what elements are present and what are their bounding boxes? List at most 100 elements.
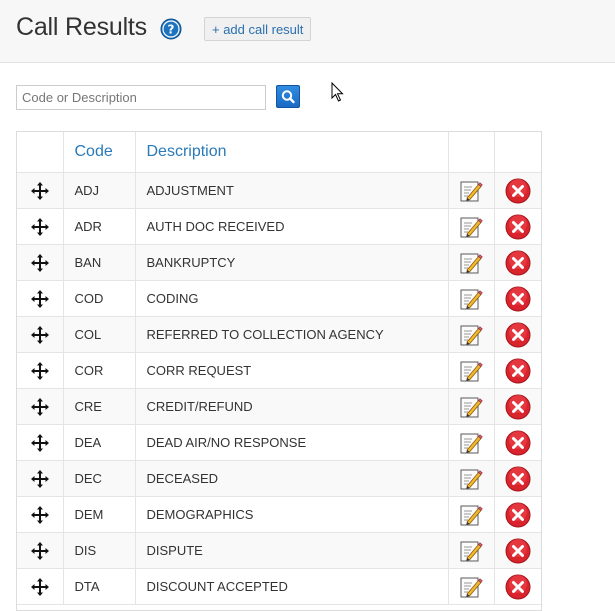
edit-icon[interactable] bbox=[459, 323, 483, 347]
code-column-header[interactable]: Code bbox=[63, 132, 136, 173]
delete-icon[interactable] bbox=[505, 430, 531, 456]
table-header-row: Code Description bbox=[17, 132, 541, 173]
move-icon[interactable] bbox=[30, 541, 50, 561]
move-icon[interactable] bbox=[30, 577, 50, 597]
edit-icon[interactable] bbox=[459, 359, 483, 383]
move-icon[interactable] bbox=[30, 325, 50, 345]
table-row: DEM DEMOGRAPHICS bbox=[17, 496, 541, 533]
code-cell: ADJ bbox=[63, 172, 136, 209]
move-icon[interactable] bbox=[30, 361, 50, 381]
description-cell: DISCOUNT ACCEPTED bbox=[135, 568, 449, 605]
edit-icon[interactable] bbox=[459, 287, 483, 311]
table-row: BAN BANKRUPTCY bbox=[17, 244, 541, 281]
delete-cell bbox=[494, 460, 541, 497]
move-icon[interactable] bbox=[30, 433, 50, 453]
move-cell bbox=[17, 460, 64, 497]
description-cell: DISPUTE bbox=[135, 532, 449, 569]
code-cell: COD bbox=[63, 280, 136, 317]
delete-cell bbox=[494, 532, 541, 569]
code-cell: DEC bbox=[63, 460, 136, 497]
move-icon[interactable] bbox=[30, 397, 50, 417]
edit-cell bbox=[448, 388, 495, 425]
delete-icon[interactable] bbox=[505, 358, 531, 384]
search-input[interactable] bbox=[16, 85, 266, 110]
description-cell: REFERRED TO COLLECTION AGENCY bbox=[135, 316, 449, 353]
edit-icon[interactable] bbox=[459, 179, 483, 203]
move-cell bbox=[17, 568, 64, 605]
table-row: ADJ ADJUSTMENT bbox=[17, 172, 541, 209]
table-row: COD CODING bbox=[17, 280, 541, 317]
description-cell: DECEASED bbox=[135, 460, 449, 497]
edit-cell bbox=[448, 424, 495, 461]
edit-cell bbox=[448, 496, 495, 533]
delete-icon[interactable] bbox=[505, 502, 531, 528]
edit-icon[interactable] bbox=[459, 575, 483, 599]
add-call-result-button[interactable]: + add call result bbox=[204, 17, 312, 41]
code-cell: DEA bbox=[63, 424, 136, 461]
move-icon[interactable] bbox=[30, 505, 50, 525]
edit-icon[interactable] bbox=[459, 503, 483, 527]
delete-icon[interactable] bbox=[505, 250, 531, 276]
search-button[interactable] bbox=[276, 85, 300, 108]
edit-cell bbox=[448, 568, 495, 605]
move-cell bbox=[17, 244, 64, 281]
edit-cell bbox=[448, 244, 495, 281]
move-icon[interactable] bbox=[30, 253, 50, 273]
code-cell: COL bbox=[63, 316, 136, 353]
edit-icon[interactable] bbox=[459, 431, 483, 455]
svg-text:?: ? bbox=[168, 23, 175, 37]
table-row: COR CORR REQUEST bbox=[17, 352, 541, 389]
edit-icon[interactable] bbox=[459, 395, 483, 419]
edit-icon[interactable] bbox=[459, 539, 483, 563]
delete-icon[interactable] bbox=[505, 394, 531, 420]
move-icon[interactable] bbox=[30, 181, 50, 201]
table-row: DTA DISCOUNT ACCEPTED bbox=[17, 568, 541, 605]
edit-cell bbox=[448, 352, 495, 389]
edit-icon[interactable] bbox=[459, 215, 483, 239]
edit-cell bbox=[448, 532, 495, 569]
move-icon[interactable] bbox=[30, 469, 50, 489]
delete-icon[interactable] bbox=[505, 466, 531, 492]
move-cell bbox=[17, 316, 64, 353]
description-cell: DEMOGRAPHICS bbox=[135, 496, 449, 533]
move-icon[interactable] bbox=[30, 289, 50, 309]
description-column-header[interactable]: Description bbox=[135, 132, 449, 173]
delete-cell bbox=[494, 568, 541, 605]
description-cell: CREDIT/REFUND bbox=[135, 388, 449, 425]
delete-icon[interactable] bbox=[505, 322, 531, 348]
code-cell: DEM bbox=[63, 496, 136, 533]
delete-icon[interactable] bbox=[505, 214, 531, 240]
edit-cell bbox=[448, 316, 495, 353]
code-cell: CRE bbox=[63, 388, 136, 425]
code-cell: DIS bbox=[63, 532, 136, 569]
description-cell: BANKRUPTCY bbox=[135, 244, 449, 281]
mouse-cursor-icon bbox=[331, 82, 344, 102]
help-icon[interactable]: ? bbox=[160, 18, 182, 40]
table-row: COL REFERRED TO COLLECTION AGENCY bbox=[17, 316, 541, 353]
description-cell: ADJUSTMENT bbox=[135, 172, 449, 209]
move-cell bbox=[17, 532, 64, 569]
table-row: DIS DISPUTE bbox=[17, 532, 541, 569]
move-cell bbox=[17, 280, 64, 317]
delete-cell bbox=[494, 316, 541, 353]
delete-cell bbox=[494, 352, 541, 389]
move-column-header bbox=[17, 132, 64, 173]
edit-cell bbox=[448, 460, 495, 497]
delete-icon[interactable] bbox=[505, 178, 531, 204]
edit-icon[interactable] bbox=[459, 251, 483, 275]
move-cell bbox=[17, 352, 64, 389]
delete-icon[interactable] bbox=[505, 286, 531, 312]
move-icon[interactable] bbox=[30, 217, 50, 237]
edit-cell bbox=[448, 280, 495, 317]
delete-cell bbox=[494, 208, 541, 245]
move-cell bbox=[17, 388, 64, 425]
edit-icon[interactable] bbox=[459, 467, 483, 491]
delete-icon[interactable] bbox=[505, 574, 531, 600]
code-cell: BAN bbox=[63, 244, 136, 281]
call-results-table: Code Description ADJ ADJUSTMENT ADR AUTH… bbox=[16, 131, 542, 611]
delete-icon[interactable] bbox=[505, 538, 531, 564]
move-cell bbox=[17, 172, 64, 209]
delete-cell bbox=[494, 496, 541, 533]
code-cell: DTA bbox=[63, 568, 136, 605]
delete-cell bbox=[494, 388, 541, 425]
